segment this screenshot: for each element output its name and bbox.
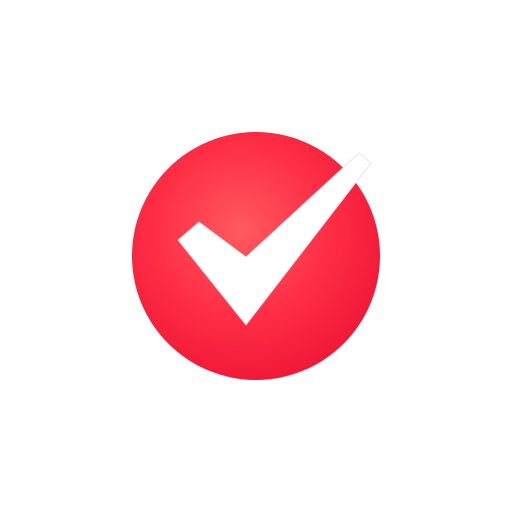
check-badge-icon [132, 132, 380, 380]
icon-canvas [0, 0, 512, 512]
